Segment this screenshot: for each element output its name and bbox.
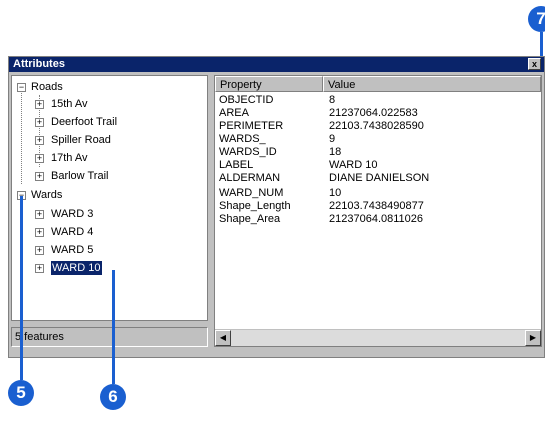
close-icon[interactable]: x bbox=[528, 58, 541, 70]
plus-box-icon[interactable]: + bbox=[35, 210, 44, 219]
tree-node-road[interactable]: + Barlow Trail bbox=[35, 169, 195, 183]
tree-node-ward[interactable]: + WARD 3 bbox=[35, 207, 195, 221]
callout-5: 5 bbox=[8, 380, 34, 406]
tree-node-label: Roads bbox=[31, 81, 63, 93]
tree-node-ward-selected[interactable]: + WARD 10 bbox=[35, 261, 195, 275]
arrow-left-icon[interactable]: ◀ bbox=[215, 330, 231, 346]
property-name: OBJECTID bbox=[219, 94, 274, 106]
property-value: 9 bbox=[329, 133, 336, 145]
tree-node-label: Wards bbox=[31, 189, 63, 201]
tree-node-roads[interactable]: − Roads bbox=[17, 80, 197, 94]
callout-7: 7 bbox=[528, 6, 545, 32]
property-value: DIANE DANIELSON bbox=[329, 172, 430, 184]
callout-6: 6 bbox=[100, 384, 126, 410]
plus-box-icon[interactable]: + bbox=[35, 154, 44, 163]
column-header-value[interactable]: Value bbox=[323, 76, 541, 92]
plus-box-icon[interactable]: + bbox=[35, 172, 44, 181]
plus-box-icon[interactable]: + bbox=[35, 264, 44, 273]
tree-node-road[interactable]: + 17th Av bbox=[35, 151, 195, 165]
minus-box-icon[interactable]: − bbox=[17, 83, 26, 92]
tree-node-road[interactable]: + Spiller Road bbox=[35, 133, 195, 147]
property-name: Shape_Area bbox=[219, 213, 281, 225]
roads-connector bbox=[21, 89, 22, 184]
column-header-property[interactable]: Property bbox=[215, 76, 323, 92]
feature-tree[interactable]: − Roads + 15th Av + Deerfoot Trail + Spi… bbox=[11, 75, 208, 321]
property-value: 22103.7438490877 bbox=[329, 200, 424, 212]
callout-6-leader bbox=[112, 270, 115, 384]
window-title: Attributes bbox=[13, 58, 65, 70]
tree-node-label: WARD 3 bbox=[51, 208, 94, 220]
tree-node-label: Deerfoot Trail bbox=[51, 116, 118, 128]
tree-node-label: WARD 5 bbox=[51, 244, 94, 256]
plus-box-icon[interactable]: + bbox=[35, 118, 44, 127]
tree-node-label: Barlow Trail bbox=[51, 170, 109, 182]
property-value: WARD 10 bbox=[329, 159, 378, 171]
property-value: 10 bbox=[329, 187, 342, 199]
property-name: AREA bbox=[219, 107, 249, 119]
tree-node-label: 17th Av bbox=[51, 152, 88, 164]
property-name: WARD_NUM bbox=[219, 187, 284, 199]
property-value: 18 bbox=[329, 146, 342, 158]
tree-node-wards[interactable]: − Wards bbox=[17, 188, 197, 202]
property-value: 8 bbox=[329, 94, 336, 106]
tree-node-label: Spiller Road bbox=[51, 134, 111, 146]
attribute-table[interactable]: Property Value OBJECTID 8 AREA 21237064.02… bbox=[214, 75, 542, 347]
property-name: LABEL bbox=[219, 159, 254, 171]
tree-node-road[interactable]: + Deerfoot Trail bbox=[35, 115, 195, 129]
property-value: 21237064.0811026 bbox=[329, 213, 424, 225]
tree-node-label: 15th Av bbox=[51, 98, 88, 110]
tree-node-ward[interactable]: + WARD 4 bbox=[35, 225, 195, 239]
plus-box-icon[interactable]: + bbox=[35, 246, 44, 255]
tree-node-road[interactable]: + 15th Av bbox=[35, 97, 195, 111]
property-name: ALDERMAN bbox=[219, 172, 281, 184]
property-name: Shape_Length bbox=[219, 200, 291, 212]
property-value: 22103.7438028590 bbox=[329, 120, 424, 132]
tree-node-label-selected: WARD 10 bbox=[51, 261, 102, 275]
window-titlebar[interactable]: Attributes x bbox=[9, 57, 544, 72]
property-name: WARDS_ID bbox=[219, 146, 277, 158]
plus-box-icon[interactable]: + bbox=[35, 228, 44, 237]
property-name: PERIMETER bbox=[219, 120, 284, 132]
horizontal-scrollbar[interactable]: ◀ ▶ bbox=[215, 329, 541, 346]
property-name: WARDS_ bbox=[219, 133, 266, 145]
arrow-right-icon[interactable]: ▶ bbox=[525, 330, 541, 346]
plus-box-icon[interactable]: + bbox=[35, 100, 44, 109]
attributes-window: Attributes x − Roads + 15th Av + Deerfoo… bbox=[8, 56, 545, 358]
callout-5-leader bbox=[20, 196, 23, 380]
property-value: 21237064.022583 bbox=[329, 107, 418, 119]
tree-node-ward[interactable]: + WARD 5 bbox=[35, 243, 195, 257]
tree-node-label: WARD 4 bbox=[51, 226, 94, 238]
feature-count-status: 5 features bbox=[11, 327, 208, 347]
plus-box-icon[interactable]: + bbox=[35, 136, 44, 145]
